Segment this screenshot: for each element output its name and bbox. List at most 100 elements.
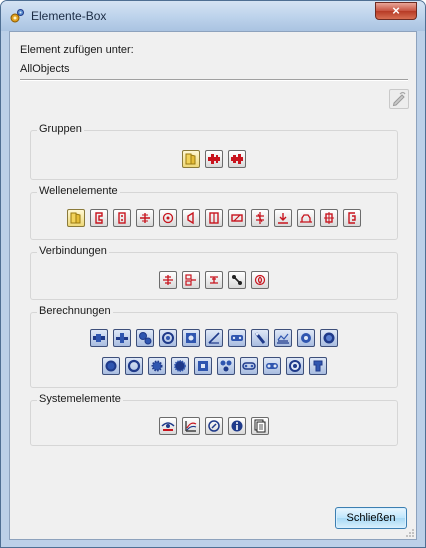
hub-calculation-button[interactable] (113, 329, 131, 347)
roller-calculation-button[interactable] (285, 357, 304, 375)
shaft-hub-calculation-button[interactable] (193, 357, 212, 375)
bolted-joint-icon (163, 275, 173, 285)
force-element-button[interactable] (136, 209, 154, 227)
group-systemelemente: Systemelemente (30, 393, 398, 446)
assembly-group-button[interactable] (228, 150, 246, 168)
bolted-joint-button[interactable] (159, 271, 177, 289)
spring-calc-icon (208, 332, 220, 344)
info-element-button[interactable] (228, 417, 246, 435)
groove-icon (231, 214, 243, 222)
seal-calculation-button[interactable] (320, 329, 338, 347)
diagram-element-button[interactable] (182, 417, 200, 435)
spring-calculation-button[interactable] (205, 329, 223, 347)
coupling-icon (324, 212, 334, 224)
bearing-element-button[interactable] (159, 209, 177, 227)
link-connection-button[interactable] (228, 271, 246, 289)
assembly-group-icon (231, 154, 243, 164)
gear-calculation-button[interactable] (147, 357, 166, 375)
mass-element-button[interactable] (297, 209, 315, 227)
ring-calc-icon (301, 333, 311, 343)
group-verbindungen: Verbindungen (30, 245, 398, 300)
window-title: Elemente-Box (31, 9, 107, 23)
belt-drive-calculation-button[interactable] (262, 357, 281, 375)
gear-connection-button[interactable] (182, 271, 200, 289)
spring-connection-button[interactable] (251, 271, 269, 289)
seal-calc-icon (323, 332, 335, 344)
ring-calculation-button[interactable] (297, 329, 315, 347)
bearing-icon (162, 212, 174, 224)
shaft-group-icon (208, 154, 220, 164)
settings-icon (208, 420, 220, 432)
header-separator (20, 79, 408, 81)
hub-calc-icon (116, 333, 128, 343)
shaft-shoulder-icon (118, 212, 126, 224)
gear-pair-calculation-button[interactable] (136, 329, 154, 347)
shaft-group-button[interactable] (205, 150, 223, 168)
group-label-systemelemente: Systemelemente (37, 393, 123, 405)
belt-calculation-button[interactable] (251, 329, 269, 347)
gear-train-calculation-button[interactable] (216, 357, 235, 375)
edit-button[interactable] (389, 89, 409, 109)
belt-calc-icon (254, 332, 266, 344)
spur-gear-calculation-button[interactable] (170, 357, 189, 375)
gear-connection-icon (185, 274, 196, 286)
plain-bearing-icon (186, 333, 196, 343)
group-label-berechnungen: Berechnungen (37, 305, 113, 317)
notch-element-button[interactable] (251, 209, 269, 227)
end-section-button[interactable] (343, 209, 361, 227)
force-icon (140, 213, 150, 223)
shaft-calculation-button[interactable] (90, 329, 108, 347)
press-fit-icon (210, 276, 218, 284)
end-section-icon (348, 212, 356, 224)
plain-bearing-calculation-button[interactable] (182, 329, 200, 347)
shaft-folder-button[interactable] (67, 209, 85, 227)
report-element-button[interactable] (251, 417, 269, 435)
diagram-icon (185, 421, 197, 432)
groove-element-button[interactable] (228, 209, 246, 227)
window-close-button[interactable]: × (375, 2, 417, 20)
pencil-icon (392, 91, 406, 107)
eye-icon (161, 422, 175, 431)
resize-grip-icon[interactable] (405, 528, 415, 538)
press-fit-button[interactable] (205, 271, 223, 289)
folder-icon (70, 212, 81, 224)
coupling-element-button[interactable] (320, 209, 338, 227)
cylindrical-section-icon (95, 212, 103, 224)
dialog-client-area: Element zufügen unter: AllObjects Gruppe… (9, 31, 417, 540)
conical-section-icon (187, 211, 194, 225)
view-element-button[interactable] (159, 417, 177, 435)
disc-calculation-button[interactable] (101, 357, 120, 375)
group-label-wellenelemente: Wellenelemente (37, 185, 120, 197)
bearing-calculation-button[interactable] (159, 329, 177, 347)
group-wellenelemente: Wellenelemente (30, 185, 398, 240)
gear-calc-icon (151, 360, 162, 372)
chain-drive-calculation-button[interactable] (239, 357, 258, 375)
chain-calculation-button[interactable] (228, 329, 246, 347)
group-folder-button[interactable] (182, 150, 200, 168)
close-button[interactable]: Schließen (335, 507, 407, 529)
dialog-window: Elemente-Box × Element zufügen unter: Al… (0, 0, 426, 548)
shaft-hub-icon (197, 361, 208, 371)
gear-train-icon (220, 360, 231, 372)
group-label-verbindungen: Verbindungen (37, 245, 109, 257)
gear-pair-icon (139, 332, 152, 345)
group-label-gruppen: Gruppen (37, 123, 84, 135)
group-gruppen: Gruppen (30, 123, 398, 180)
group-berechnungen: Berechnungen (30, 305, 398, 388)
info-icon (231, 420, 243, 432)
report-icon (254, 419, 266, 433)
hollow-section-button[interactable] (205, 209, 223, 227)
support-icon (278, 213, 288, 224)
oring-calculation-button[interactable] (124, 357, 143, 375)
settings-element-button[interactable] (205, 417, 223, 435)
support-element-button[interactable] (274, 209, 292, 227)
screw-calculation-button[interactable] (308, 357, 327, 375)
target-path: AllObjects (20, 63, 70, 75)
title-bar[interactable]: Elemente-Box × (1, 1, 425, 31)
weld-calculation-button[interactable] (274, 329, 292, 347)
conical-section-button[interactable] (182, 209, 200, 227)
belt-drive-icon (265, 363, 278, 369)
cylindrical-section-button[interactable] (90, 209, 108, 227)
shaft-shoulder-button[interactable] (113, 209, 131, 227)
notch-icon (256, 212, 264, 224)
